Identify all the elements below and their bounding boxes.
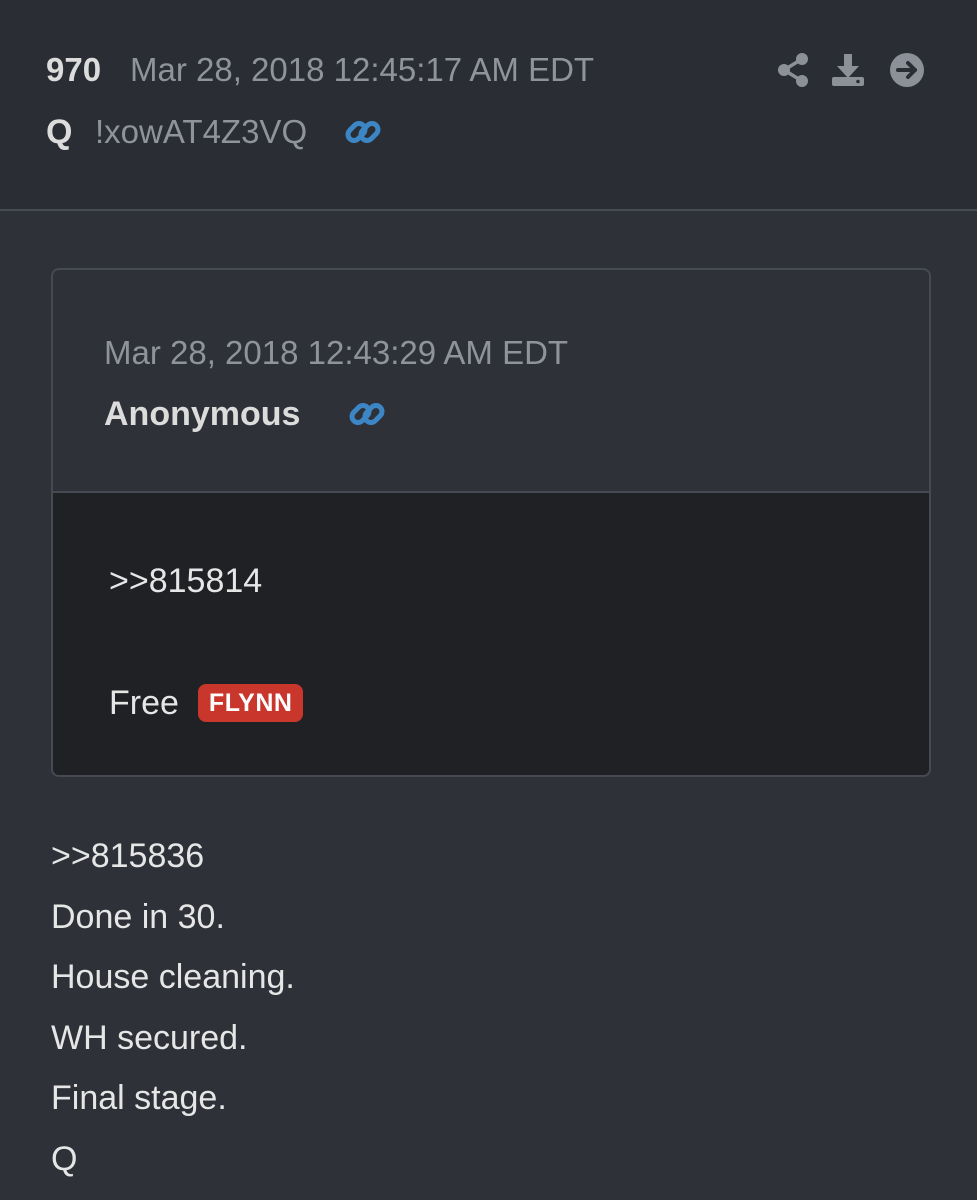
message-body: >>815836 Done in 30. House cleaning. WH … (51, 833, 295, 1197)
quoted-post: Mar 28, 2018 12:43:29 AM EDT Anonymous >… (51, 268, 931, 777)
message-line: Done in 30. (51, 897, 225, 936)
share-icon[interactable] (775, 52, 811, 88)
message-line: WH secured. (51, 1018, 248, 1057)
free-text: Free (109, 684, 179, 722)
message-line: House cleaning. (51, 958, 295, 997)
author-name: Q (46, 113, 73, 151)
quoted-author: Anonymous (104, 395, 301, 433)
name-badge: FLYNN (197, 684, 304, 722)
quoted-timestamp: Mar 28, 2018 12:43:29 AM EDT (104, 334, 569, 371)
post-number[interactable]: 970 (46, 50, 101, 90)
forward-icon[interactable] (889, 52, 925, 88)
link-icon[interactable] (347, 394, 387, 434)
tripcode: !xowAT4Z3VQ (95, 113, 308, 150)
message-signature: Q (51, 1139, 78, 1178)
reply-reference-link[interactable]: >>815836 (51, 833, 295, 894)
quoted-post-header: Mar 28, 2018 12:43:29 AM EDT Anonymous (53, 270, 929, 493)
free-line: Free FLYNN (109, 683, 304, 723)
link-icon[interactable] (343, 112, 383, 152)
message-line: Final stage. (51, 1079, 227, 1118)
quoted-reference-link[interactable]: >>815814 (109, 561, 262, 601)
post-header: 970 Mar 28, 2018 12:45:17 AM EDT Q !xowA… (0, 0, 977, 211)
post-timestamp: Mar 28, 2018 12:45:17 AM EDT (130, 51, 595, 88)
quoted-post-body: >>815814 Free FLYNN (53, 493, 929, 775)
download-icon[interactable] (830, 52, 866, 88)
